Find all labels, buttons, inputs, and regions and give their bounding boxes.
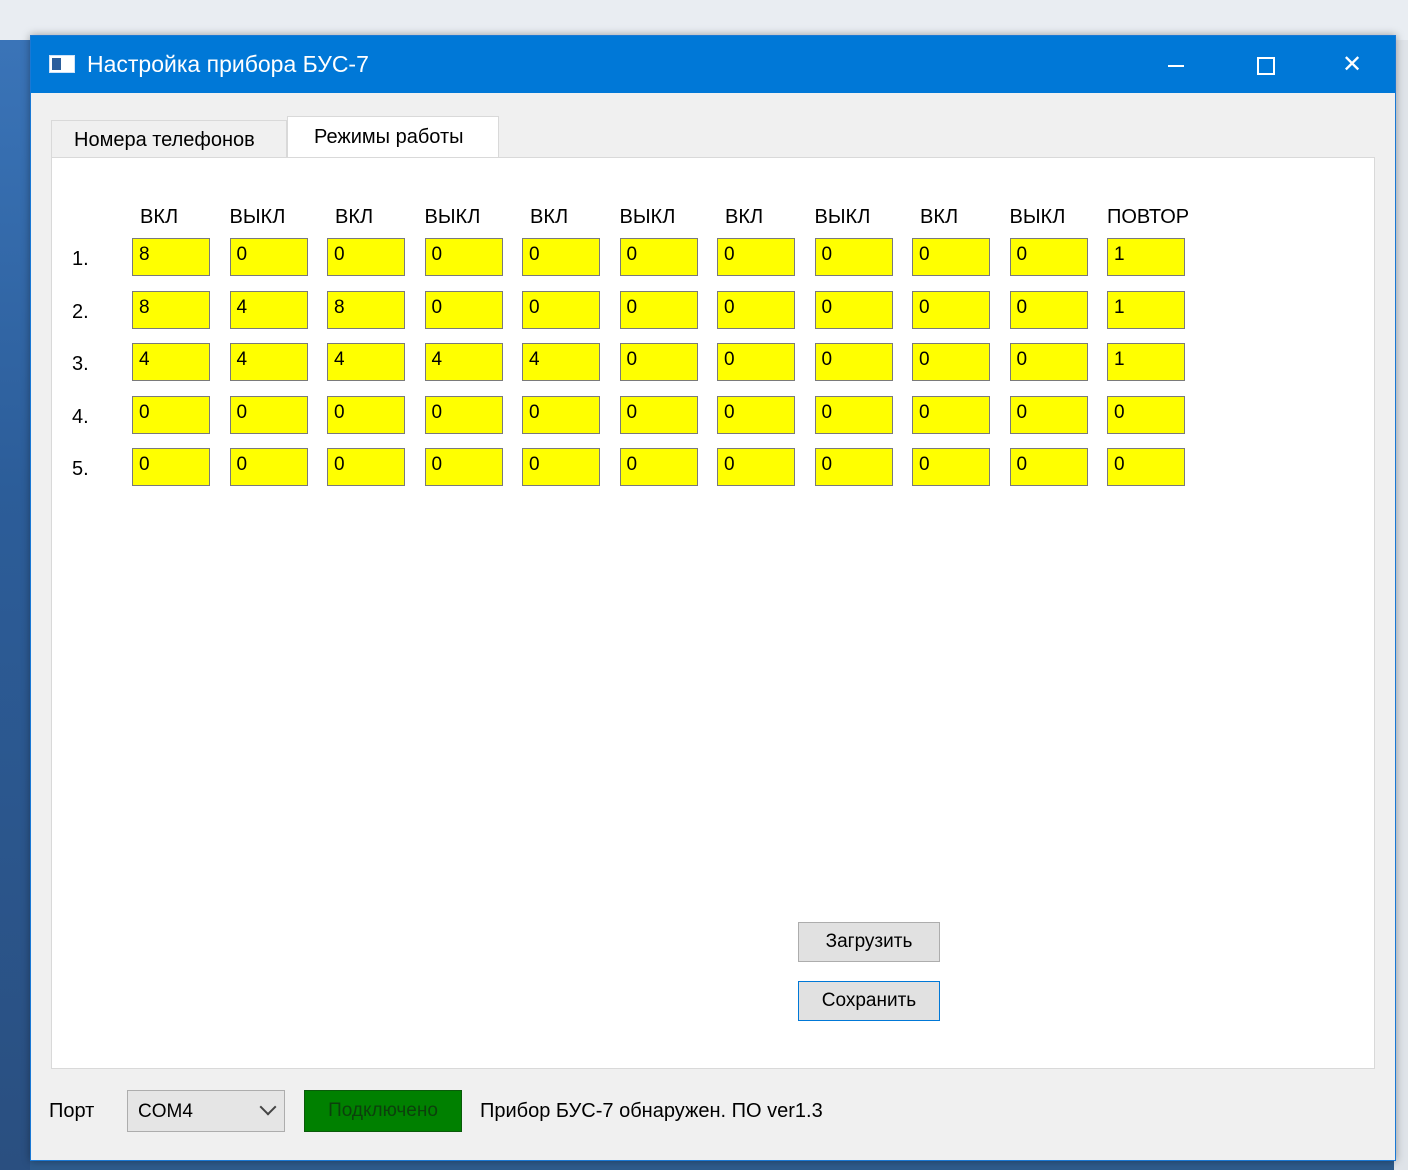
mode-value-field[interactable]: 0 (912, 343, 990, 381)
column-header: ВЫКЛ (229, 206, 286, 228)
mode-value-field[interactable]: 0 (814, 238, 893, 276)
mode-value-field[interactable]: 0 (522, 395, 600, 434)
mode-value-field[interactable]: 0 (814, 448, 893, 486)
mode-value-field[interactable]: 1 (1107, 238, 1185, 276)
mode-value-field[interactable]: 0 (1009, 343, 1088, 381)
row-label: 3. (72, 353, 89, 375)
row-label: 4. (72, 405, 89, 428)
mode-value-field[interactable]: 0 (619, 343, 698, 381)
column-header: ВКЛ (335, 206, 374, 228)
mode-value-field[interactable]: 8 (327, 290, 405, 329)
mode-value-field[interactable]: 0 (717, 290, 795, 329)
mode-value-field[interactable]: 0 (717, 238, 795, 276)
mode-value-field[interactable]: 0 (619, 448, 698, 486)
title-bar[interactable]: Настройка прибора БУС-7 ✕ (31, 36, 1395, 93)
mode-value-field[interactable]: 0 (1009, 290, 1088, 329)
save-button[interactable]: Сохранить (798, 981, 940, 1021)
modes-panel: ВКЛ ВЫКЛ ВКЛ ВЫКЛ ВКЛ ВЫКЛ ВКЛ ВЫКЛ ВКЛ ВЫКЛ ПОВТО… (51, 157, 1375, 1069)
mode-value-field[interactable]: 0 (327, 448, 405, 486)
mode-value-field[interactable]: 0 (1107, 395, 1185, 434)
column-header: ВКЛ (530, 206, 569, 228)
row-label: 5. (72, 458, 89, 480)
mode-value-field[interactable]: 0 (1107, 448, 1185, 486)
app-window: Настройка прибора БУС-7 ✕ Номера телефон… (30, 35, 1396, 1161)
mode-value-field[interactable]: 0 (229, 395, 308, 434)
mode-value-field[interactable]: 0 (522, 448, 600, 486)
mode-value-field[interactable]: 0 (912, 448, 990, 486)
mode-value-field[interactable]: 0 (424, 238, 503, 276)
mode-value-field[interactable]: 0 (912, 290, 990, 329)
mode-value-field[interactable]: 0 (229, 238, 308, 276)
port-select-value: COM4 (138, 1101, 193, 1122)
mode-value-field[interactable]: 0 (327, 395, 405, 434)
mode-value-field[interactable]: 0 (229, 448, 308, 486)
mode-value-field[interactable]: 0 (132, 448, 210, 486)
mode-value-field[interactable]: 0 (424, 448, 503, 486)
mode-value-field[interactable]: 0 (132, 395, 210, 434)
column-header: ВЫКЛ (619, 206, 676, 228)
column-header: ВКЛ (920, 206, 959, 228)
mode-value-field[interactable]: 4 (424, 343, 503, 381)
port-label: Порт (49, 1100, 95, 1122)
column-header: ВЫКЛ (424, 206, 481, 228)
close-icon: ✕ (1341, 51, 1363, 78)
connection-status-button[interactable]: Подключено (304, 1090, 462, 1132)
mode-value-field[interactable]: 0 (912, 395, 990, 434)
mode-value-field[interactable]: 0 (717, 448, 795, 486)
column-header: ПОВТОР (1107, 206, 1190, 228)
tab-operating-modes[interactable]: Режимы работы (287, 116, 499, 158)
close-button[interactable]: ✕ (1307, 36, 1397, 93)
mode-value-field[interactable]: 0 (717, 395, 795, 434)
mode-value-field[interactable]: 0 (619, 238, 698, 276)
mode-value-field[interactable]: 4 (522, 343, 600, 381)
mode-value-field[interactable]: 0 (814, 343, 893, 381)
column-header: ВЫКЛ (814, 206, 871, 228)
maximize-icon (1257, 56, 1275, 75)
row-label: 2. (72, 300, 89, 323)
mode-value-field[interactable]: 4 (327, 343, 405, 381)
mode-value-field[interactable]: 4 (229, 290, 308, 329)
mode-value-field[interactable]: 8 (132, 290, 210, 329)
mode-value-field[interactable]: 4 (229, 343, 308, 381)
mode-value-field[interactable]: 0 (717, 343, 795, 381)
maximize-button[interactable] (1221, 36, 1311, 93)
row-label: 1. (72, 248, 89, 270)
mode-value-field[interactable]: 0 (619, 395, 698, 434)
mode-value-field[interactable]: 0 (327, 238, 405, 276)
mode-value-field[interactable]: 0 (814, 395, 893, 434)
minimize-icon (1168, 64, 1184, 67)
mode-value-field[interactable]: 0 (522, 290, 600, 329)
mode-value-field[interactable]: 1 (1107, 343, 1185, 381)
desktop-left-strip (0, 40, 30, 1170)
mode-value-field[interactable]: 0 (424, 395, 503, 434)
mode-value-field[interactable]: 4 (132, 343, 210, 381)
chevron-down-icon (259, 1098, 277, 1116)
desktop-right-strip (1394, 40, 1408, 1170)
mode-value-field[interactable]: 0 (619, 290, 698, 329)
port-select[interactable]: COM4 (127, 1090, 285, 1132)
device-status-message: Прибор БУС-7 обнаружен. ПО ver1.3 (480, 1100, 823, 1122)
app-window-icon (49, 55, 75, 73)
mode-value-field[interactable]: 0 (814, 290, 893, 329)
column-header: ВЫКЛ (1009, 206, 1066, 228)
mode-value-field[interactable]: 8 (132, 238, 210, 276)
column-header: ВКЛ (725, 206, 764, 228)
mode-value-field[interactable]: 0 (522, 238, 600, 276)
mode-value-field[interactable]: 0 (1009, 238, 1088, 276)
load-button[interactable]: Загрузить (798, 922, 940, 962)
mode-value-field[interactable]: 0 (912, 238, 990, 276)
window-title: Настройка прибора БУС-7 (87, 51, 369, 77)
column-header: ВКЛ (140, 206, 179, 228)
mode-value-field[interactable]: 1 (1107, 290, 1185, 329)
mode-value-field[interactable]: 0 (1009, 395, 1088, 434)
status-bar: Порт COM4 Подключено Прибор БУС-7 обнару… (31, 1076, 1395, 1136)
mode-value-field[interactable]: 0 (1009, 448, 1088, 486)
tab-phone-numbers[interactable]: Номера телефонов (51, 120, 287, 158)
desktop-top-strip (0, 0, 1408, 40)
minimize-button[interactable] (1131, 36, 1221, 93)
mode-value-field[interactable]: 0 (424, 290, 503, 329)
